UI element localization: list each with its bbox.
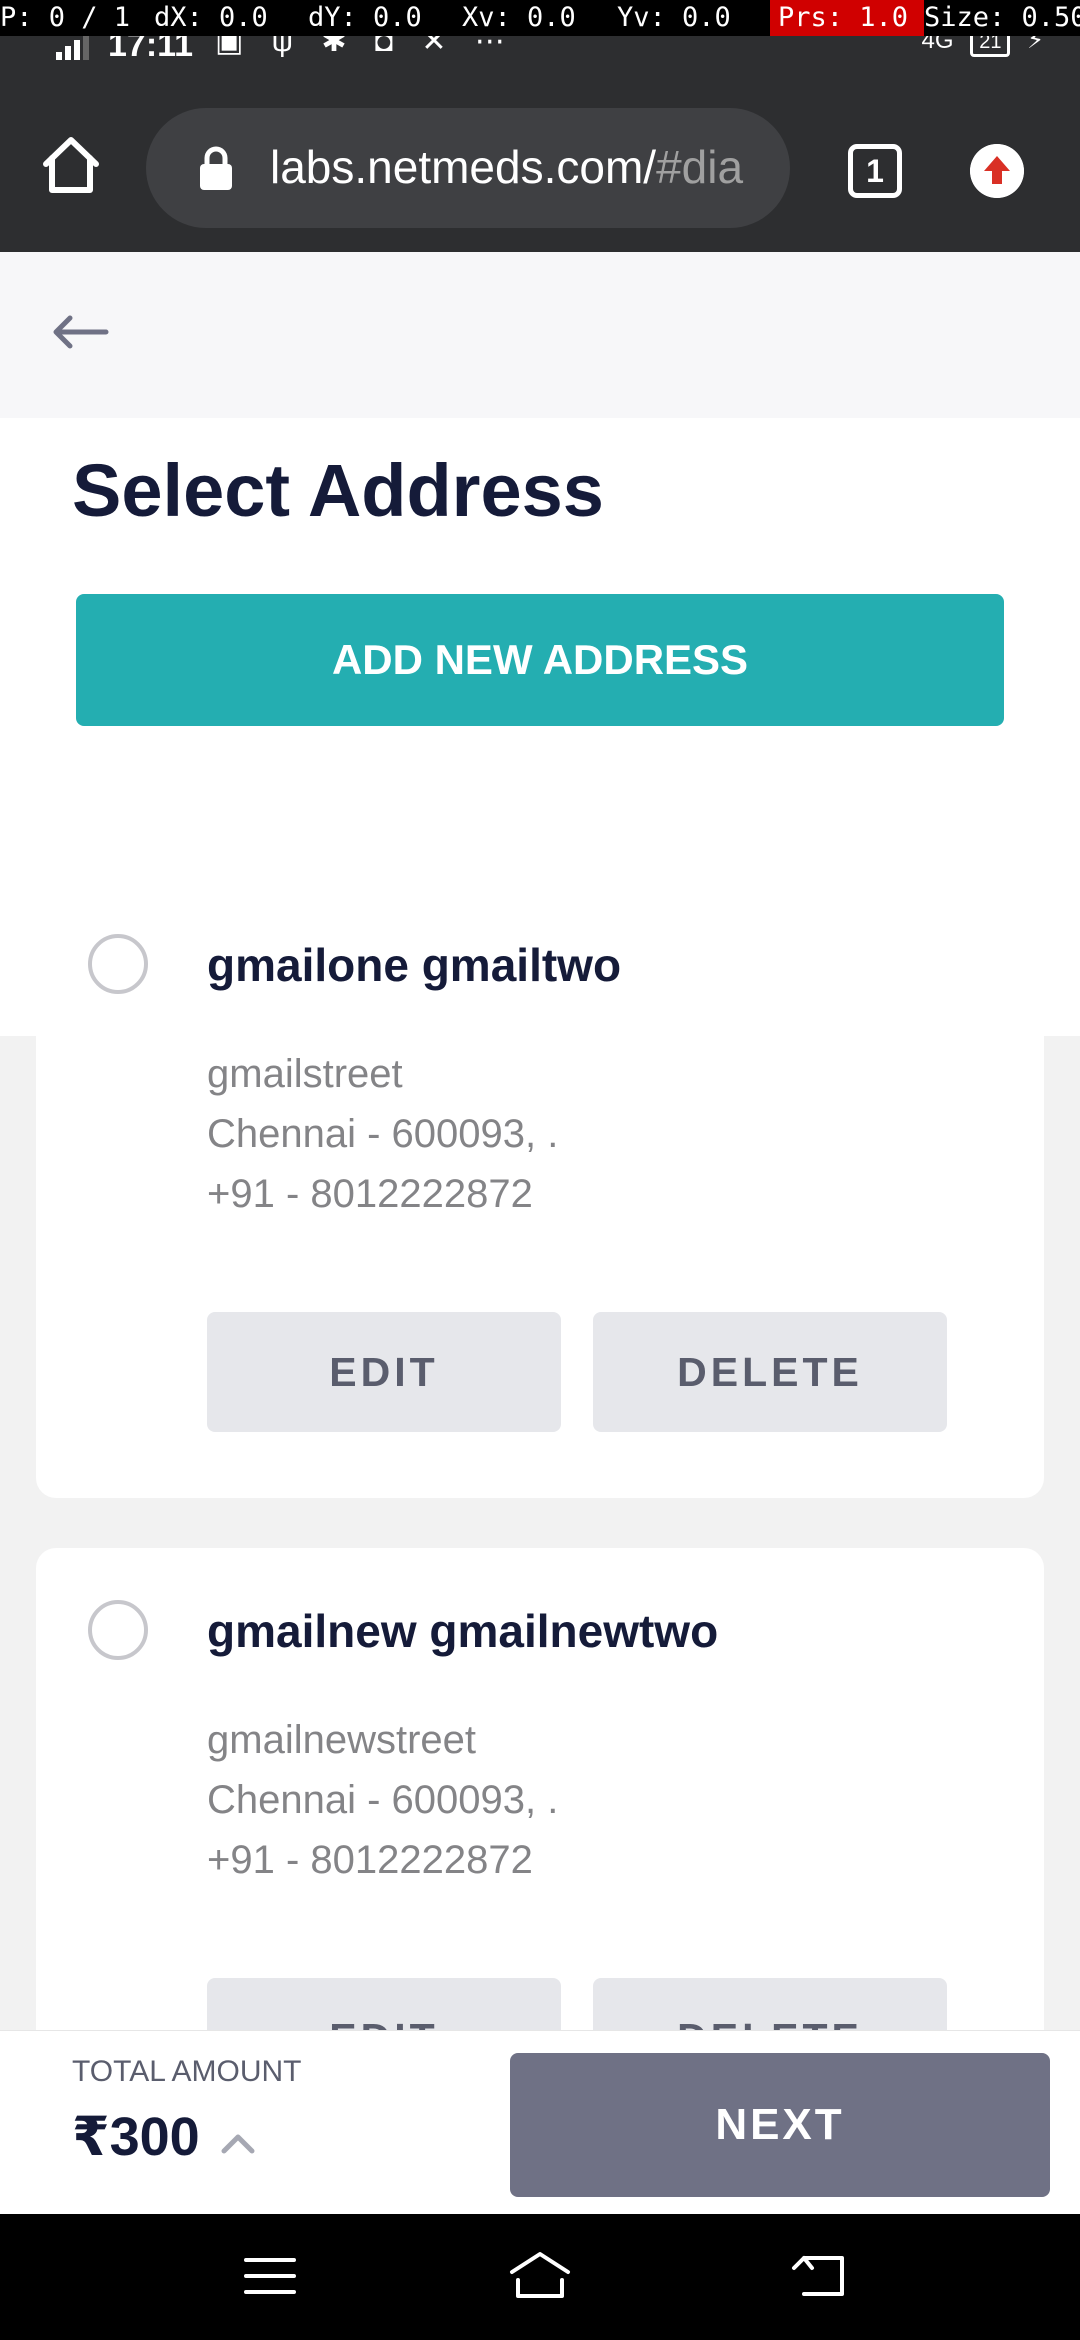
- total-amount-label: TOTAL AMOUNT: [72, 2055, 302, 2088]
- pointer-count: P: 0 / 1: [0, 2, 131, 33]
- home-nav-icon[interactable]: [508, 2244, 572, 2308]
- total-amount-value: ₹300: [72, 2107, 200, 2167]
- pressure-readout: Prs: 1.0: [770, 0, 925, 36]
- dx-readout: dX: 0.0: [154, 2, 268, 33]
- yv-readout: Yv: 0.0: [617, 2, 731, 33]
- address-card[interactable]: gmailone gmailtwo gmailstreet Chennai - …: [36, 882, 1044, 1498]
- signal-icon: [56, 34, 89, 60]
- back-nav-icon[interactable]: [790, 2244, 854, 2308]
- add-new-address-button[interactable]: ADD NEW ADDRESS: [76, 594, 1004, 726]
- edit-address-button[interactable]: EDIT: [207, 1978, 561, 2030]
- delete-address-button[interactable]: DELETE: [593, 1312, 947, 1432]
- address-name: gmailnew gmailnewtwo: [207, 1605, 719, 1657]
- edit-address-button[interactable]: EDIT: [207, 1312, 561, 1432]
- address-details: gmailstreet Chennai - 600093, . +91 - 80…: [207, 1044, 558, 1224]
- back-arrow-icon[interactable]: [50, 312, 110, 352]
- checkout-bar: TOTAL AMOUNT ₹300 NEXT: [0, 2030, 1080, 2214]
- address-card[interactable]: gmailnew gmailnewtwo gmailnewstreet Chen…: [36, 1548, 1044, 2030]
- size-readout: Size: 0.50: [924, 2, 1080, 33]
- delete-address-button[interactable]: DELETE: [593, 1978, 947, 2030]
- address-phone: +91 - 8012222872: [207, 1172, 533, 1216]
- address-radio[interactable]: [88, 1600, 148, 1660]
- chevron-up-icon[interactable]: [220, 2131, 256, 2155]
- url-fragment: #dia: [656, 141, 744, 193]
- page-topbar: [0, 252, 1080, 418]
- update-icon[interactable]: [970, 144, 1024, 198]
- address-street: gmailnewstreet: [207, 1718, 477, 1762]
- page-title: Select Address: [72, 449, 604, 532]
- address-city: Chennai - 600093, .: [207, 1112, 559, 1156]
- address-details: gmailnewstreet Chennai - 600093, . +91 -…: [207, 1710, 558, 1890]
- address-phone: +91 - 8012222872: [207, 1838, 533, 1882]
- address-street: gmailstreet: [207, 1052, 403, 1096]
- tab-switcher-button[interactable]: 1: [848, 144, 902, 198]
- system-nav-bar: [0, 2214, 1080, 2340]
- home-icon[interactable]: [40, 134, 102, 196]
- address-name: gmailone gmailtwo: [207, 939, 622, 991]
- pointer-debug-overlay: P: 0 / 1 dX: 0.0 dY: 0.0 Xv: 0.0 Yv: 0.0…: [0, 0, 1080, 36]
- address-radio[interactable]: [88, 934, 148, 994]
- url-text: labs.netmeds.com/#dia: [270, 140, 743, 194]
- address-bar[interactable]: labs.netmeds.com/#dia: [146, 108, 790, 228]
- menu-icon[interactable]: [238, 2244, 302, 2308]
- next-button[interactable]: NEXT: [510, 2053, 1050, 2197]
- lock-icon: [200, 146, 232, 190]
- dy-readout: dY: 0.0: [308, 2, 422, 33]
- browser-toolbar: labs.netmeds.com/#dia 1: [0, 60, 1080, 252]
- xv-readout: Xv: 0.0: [462, 2, 576, 33]
- page-content: Select Address ADD NEW ADDRESS gmailone …: [0, 252, 1080, 2030]
- address-city: Chennai - 600093, .: [207, 1778, 559, 1822]
- url-host: labs.netmeds.com/: [270, 141, 657, 193]
